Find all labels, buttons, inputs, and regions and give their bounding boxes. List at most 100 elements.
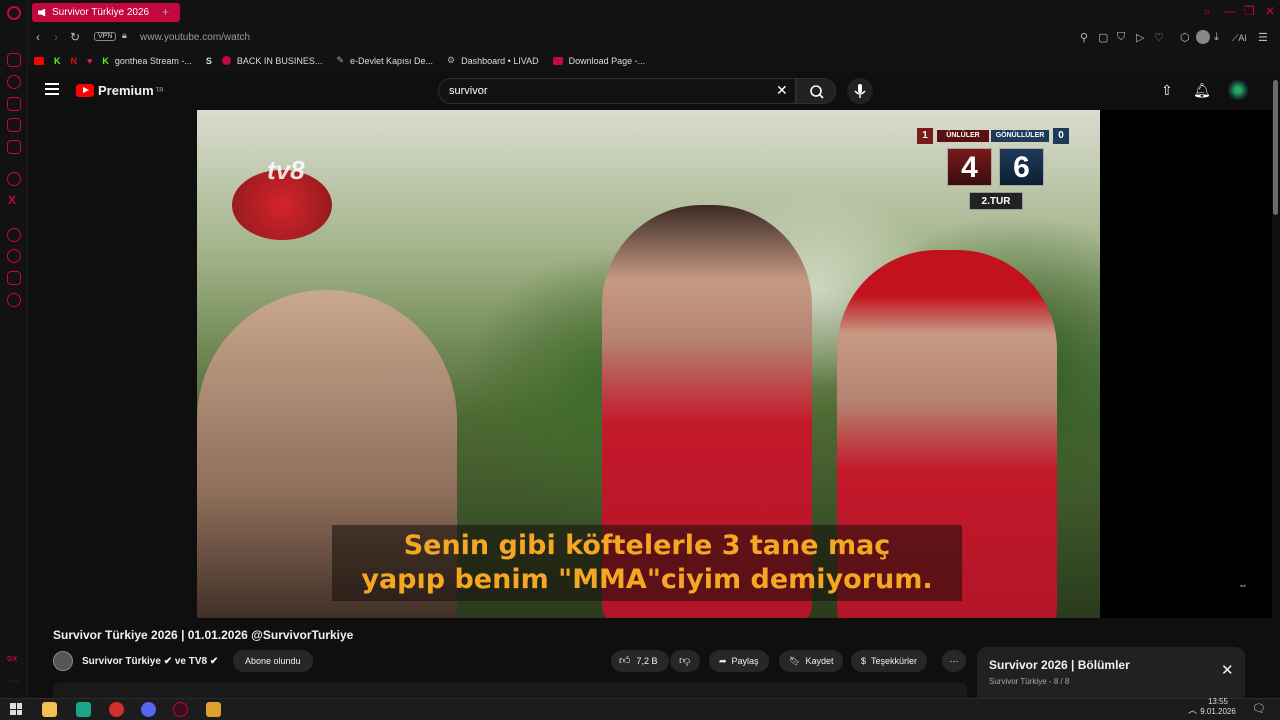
video-subtitle: Senin gibi köftelerle 3 tane maç yapıp b… bbox=[332, 525, 962, 601]
score-right-label: GÖNÜLLÜLER bbox=[991, 130, 1049, 142]
tray-chevron-icon[interactable]: ︿ bbox=[1188, 703, 1197, 716]
subscribed-button[interactable]: Abone olundu bbox=[233, 650, 313, 672]
theater-side-area: ⇔ bbox=[1100, 110, 1272, 618]
mail-icon[interactable] bbox=[7, 140, 21, 154]
back-icon[interactable]: ‹ bbox=[36, 30, 40, 44]
bookmark-5[interactable]: Download Page -... bbox=[552, 56, 645, 66]
tab-strip: Survivor Türkiye 2026 + ⌕ — ❐ ✕ bbox=[28, 0, 1280, 26]
description-box[interactable] bbox=[53, 683, 967, 698]
search-input[interactable]: survivor bbox=[438, 78, 796, 104]
bookmark-kick[interactable]: K bbox=[54, 56, 61, 66]
upload-icon[interactable]: ⇧ bbox=[1161, 82, 1173, 99]
player-icon[interactable] bbox=[7, 228, 21, 242]
video-player[interactable]: tv8 1 ÜNLÜLER GÖNÜLLÜLER 0 4 6 2.TUR Sen… bbox=[197, 110, 1100, 618]
discord-icon[interactable] bbox=[7, 172, 21, 186]
bookmark-icon: 🔖︎ bbox=[789, 656, 801, 666]
search-tabs-icon[interactable]: ⌕ bbox=[1204, 4, 1211, 19]
dislike-button[interactable]: 👎︎ bbox=[670, 650, 700, 672]
url-field[interactable]: www.youtube.com/watch bbox=[140, 32, 250, 43]
close-playlist-icon[interactable]: ✕ bbox=[1221, 661, 1234, 679]
pin-icon[interactable]: ⚲ bbox=[1080, 31, 1088, 44]
address-bar: ‹ › ↻ VPN 🔒︎ www.youtube.com/watch ⚲ ▢ ⛉… bbox=[28, 26, 1280, 50]
close-window-icon[interactable]: ✕ bbox=[1265, 4, 1275, 18]
history-icon[interactable] bbox=[7, 249, 21, 263]
file-explorer-icon[interactable] bbox=[42, 702, 57, 717]
youtube-premium-logo[interactable]: Premium TR bbox=[76, 83, 164, 98]
notification-center-icon[interactable]: 🗨︎ bbox=[1252, 702, 1266, 715]
page-scrollbar-thumb[interactable] bbox=[1273, 80, 1278, 215]
x-twitter-icon[interactable]: X bbox=[8, 193, 16, 207]
account-avatar[interactable] bbox=[1228, 80, 1248, 100]
refresh-feed-icon[interactable] bbox=[7, 75, 21, 89]
clear-search-icon[interactable]: ✕ bbox=[776, 82, 788, 99]
share-button[interactable]: ➦ Paylaş bbox=[709, 650, 769, 672]
logo-country: TR bbox=[155, 87, 164, 94]
bookmark-4[interactable]: ⚙ Dashboard • LIVAD bbox=[447, 55, 539, 66]
sidebar-more-icon[interactable]: ⋯ bbox=[9, 676, 19, 687]
notifications-bell-icon[interactable]: 🔔︎ bbox=[1193, 82, 1211, 99]
bookmark-1[interactable]: Kgonthea Stream -... bbox=[102, 56, 192, 66]
easy-setup-icon[interactable]: ☰ bbox=[1258, 31, 1268, 44]
messenger-icon[interactable] bbox=[7, 53, 21, 67]
heart-icon[interactable]: ♡ bbox=[1154, 31, 1164, 44]
voice-search-button[interactable] bbox=[847, 78, 873, 104]
taskbar-clock[interactable]: 13:55 9.01.2026 bbox=[1200, 697, 1236, 717]
score-right: 6 bbox=[999, 148, 1044, 186]
share-label: Paylaş bbox=[731, 656, 759, 666]
bookmark-heart[interactable]: ♥ bbox=[87, 56, 92, 66]
tab-title: Survivor Türkiye 2026 bbox=[52, 7, 150, 18]
bookmark-s[interactable]: S bbox=[206, 56, 212, 66]
playlist-title: Survivor 2026 | Bölümler bbox=[989, 658, 1130, 672]
forward-icon[interactable]: › bbox=[54, 30, 58, 44]
tab-active[interactable]: Survivor Türkiye 2026 bbox=[32, 3, 180, 22]
dashboard-icon: ⚙ bbox=[447, 55, 456, 65]
taskbar-app-icon[interactable] bbox=[76, 702, 91, 717]
save-button[interactable]: 🔖︎ Kaydet bbox=[779, 650, 844, 672]
bookmark-3[interactable]: ✎ e-Devlet Kapısı De... bbox=[336, 55, 433, 66]
taskbar-app-icon[interactable] bbox=[109, 702, 124, 717]
channel-name[interactable]: Survivor Türkiye ✔ ve TV8 ✔ bbox=[82, 656, 218, 667]
profile-avatar[interactable] bbox=[1196, 30, 1210, 44]
chat-icon[interactable] bbox=[7, 118, 21, 132]
opera-gx-taskbar-icon[interactable] bbox=[173, 702, 188, 717]
padlock-icon[interactable]: 🔒︎ bbox=[122, 30, 127, 41]
player-control-icon[interactable]: ▷ bbox=[1136, 31, 1144, 44]
bookmark-netflix[interactable]: N bbox=[71, 56, 78, 66]
playlist-panel[interactable]: Survivor 2026 | Bölümler Survivor Türkiy… bbox=[977, 647, 1245, 698]
like-button[interactable]: 👍︎ 7,2 B bbox=[611, 650, 669, 672]
share-icon: ➦ bbox=[719, 656, 727, 666]
search-button[interactable] bbox=[796, 78, 836, 104]
gx-icon[interactable]: GX bbox=[7, 656, 17, 663]
bookmark-label: e-Devlet Kapısı De... bbox=[349, 55, 434, 66]
windows-start-icon[interactable] bbox=[10, 703, 22, 715]
more-actions-button[interactable]: ⋯ bbox=[942, 650, 966, 672]
minimize-icon[interactable]: — bbox=[1224, 4, 1236, 18]
microphone-icon bbox=[854, 84, 866, 98]
opera-logo-icon[interactable] bbox=[7, 6, 21, 20]
bookmark-2[interactable]: BACK IN BUSINES... bbox=[221, 56, 322, 66]
discord-taskbar-icon[interactable] bbox=[141, 702, 156, 717]
adblock-icon[interactable]: ⛉ bbox=[1117, 31, 1125, 44]
opera-sidebar: X GX ⋯ bbox=[0, 0, 28, 698]
extensions-icon[interactable]: ⬡ bbox=[1180, 31, 1190, 44]
score-left-small: 1 bbox=[917, 128, 933, 144]
taskbar-app-icon[interactable] bbox=[206, 702, 221, 717]
round-label: 2.TUR bbox=[969, 192, 1023, 210]
bookmark-youtube[interactable] bbox=[34, 56, 44, 65]
reload-icon[interactable]: ↻ bbox=[70, 30, 80, 44]
vpn-badge[interactable]: VPN bbox=[94, 32, 117, 41]
maximize-icon[interactable]: ❐ bbox=[1244, 4, 1255, 18]
thanks-button[interactable]: $ Teşekkürler bbox=[851, 650, 928, 672]
bookmark-label: gonthea Stream -... bbox=[114, 55, 192, 66]
channel-avatar[interactable] bbox=[53, 651, 73, 671]
dislike-icon: 👎︎ bbox=[679, 655, 691, 667]
lock-icon[interactable] bbox=[7, 97, 21, 111]
snapshot-icon[interactable]: ▢ bbox=[1098, 31, 1108, 44]
send-icon[interactable] bbox=[7, 271, 21, 285]
menu-icon[interactable] bbox=[45, 83, 59, 95]
new-tab-button[interactable]: + bbox=[162, 5, 169, 19]
like-count: 7,2 B bbox=[636, 656, 658, 666]
ai-button[interactable]: ⟋AI bbox=[1232, 33, 1247, 44]
settings-icon[interactable] bbox=[7, 293, 21, 307]
download-icon[interactable]: ⤓ bbox=[1214, 31, 1219, 44]
